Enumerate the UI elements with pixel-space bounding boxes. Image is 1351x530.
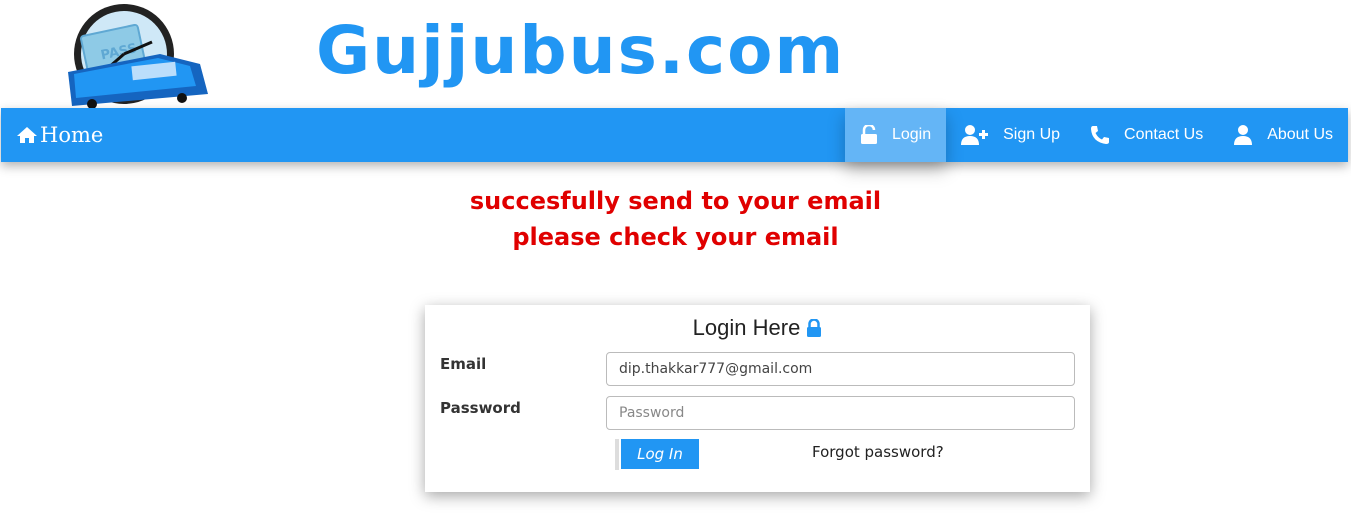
nav-item-contact[interactable]: Contact Us: [1075, 108, 1218, 162]
nav-item-label: Sign Up: [1003, 126, 1061, 143]
nav-item-label: About Us: [1267, 126, 1333, 143]
lock-icon: [807, 318, 822, 337]
nav-item-login[interactable]: Login: [844, 108, 947, 162]
nav-item-label: Contact Us: [1124, 126, 1204, 143]
forgot-password-link[interactable]: Forgot password?: [812, 443, 944, 461]
nav-home-label: Home: [40, 123, 104, 147]
phone-icon: [1091, 126, 1110, 144]
email-field[interactable]: [606, 352, 1075, 386]
add-user-icon: [961, 125, 989, 145]
login-card-title: Login Here: [425, 315, 1090, 341]
password-label: Password: [440, 399, 521, 417]
password-field[interactable]: [606, 396, 1075, 430]
nav-home-link[interactable]: Home: [16, 108, 103, 162]
login-title-text: Login Here: [692, 315, 801, 340]
user-icon: [1234, 125, 1253, 145]
status-message-line2: please check your email: [512, 223, 839, 251]
nav-item-label: Login: [891, 126, 932, 143]
nav-item-about[interactable]: About Us: [1218, 108, 1348, 162]
login-button-wrapper: Log In: [615, 439, 699, 470]
logo-bus-clock-icon: PASS: [68, 4, 208, 108]
nav-menu: Login Sign Up Contact Us About Us: [844, 108, 1348, 162]
nav-item-signup[interactable]: Sign Up: [946, 108, 1075, 162]
email-label: Email: [440, 355, 487, 373]
navbar: Home Login Sign Up Contact Us About Us: [1, 108, 1348, 162]
home-icon: [17, 127, 37, 143]
brand-title: Gujjubus.com: [316, 12, 846, 89]
login-card: Login Here Email Password Log In Forgot …: [425, 305, 1090, 492]
login-button[interactable]: Log In: [621, 439, 699, 469]
status-message-line1: succesfully send to your email: [469, 187, 882, 215]
header: PASS Gujjubus.com: [0, 0, 1351, 108]
unlock-icon: [860, 125, 877, 144]
